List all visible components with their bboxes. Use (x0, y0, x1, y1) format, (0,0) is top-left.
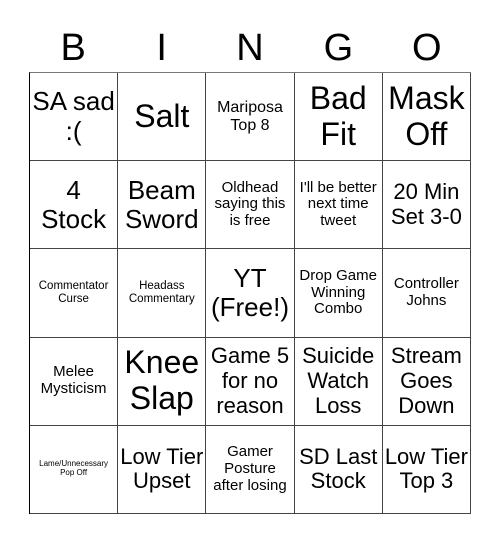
header-letter-o: O (412, 27, 442, 69)
bingo-cell[interactable]: Headass Commentary (118, 249, 207, 338)
bingo-cell[interactable]: Commentator Curse (30, 249, 119, 338)
bingo-cell[interactable]: Suicide Watch Loss (294, 337, 383, 426)
bingo-cell[interactable]: SA sad :( (30, 73, 119, 162)
bingo-header: B I N G O (29, 24, 471, 72)
header-letter-n: N (236, 27, 264, 69)
bingo-cell[interactable]: Beam Sword (118, 161, 207, 250)
bingo-cell[interactable]: 20 Min Set 3-0 (382, 161, 471, 250)
bingo-cell[interactable]: Low Tier Upset (118, 425, 207, 514)
bingo-card: SA sad :( Salt Mariposa Top 8 Bad Fit Ma… (29, 72, 471, 514)
bingo-cell[interactable]: Controller Johns (382, 249, 471, 338)
bingo-cell[interactable]: Gamer Posture after losing (206, 425, 295, 514)
bingo-cell[interactable]: YT (Free!) (206, 249, 295, 338)
bingo-cell[interactable]: Mask Off (382, 73, 471, 162)
bingo-cell[interactable]: Bad Fit (294, 73, 383, 162)
bingo-cell[interactable]: Oldhead saying this is free (206, 161, 295, 250)
bingo-cell[interactable]: I'll be better next time tweet (294, 161, 383, 250)
bingo-cell[interactable]: Drop Game Winning Combo (294, 249, 383, 338)
header-letter-i: I (156, 27, 167, 69)
bingo-cell[interactable]: Game 5 for no reason (206, 337, 295, 426)
bingo-cell[interactable]: Low Tier Top 3 (382, 425, 471, 514)
bingo-cell[interactable]: Stream Goes Down (382, 337, 471, 426)
bingo-cell[interactable]: 4 Stock (30, 161, 119, 250)
bingo-cell[interactable]: SD Last Stock (294, 425, 383, 514)
bingo-cell[interactable]: Melee Mysticism (30, 337, 119, 426)
bingo-cell[interactable]: Knee Slap (118, 337, 207, 426)
header-letter-g: G (323, 27, 354, 69)
header-letter-b: B (60, 27, 86, 69)
bingo-cell[interactable]: Mariposa Top 8 (206, 73, 295, 162)
bingo-cell[interactable]: Salt (118, 73, 207, 162)
bingo-cell[interactable]: Lame/Unnecessary Pop Off (30, 425, 119, 514)
